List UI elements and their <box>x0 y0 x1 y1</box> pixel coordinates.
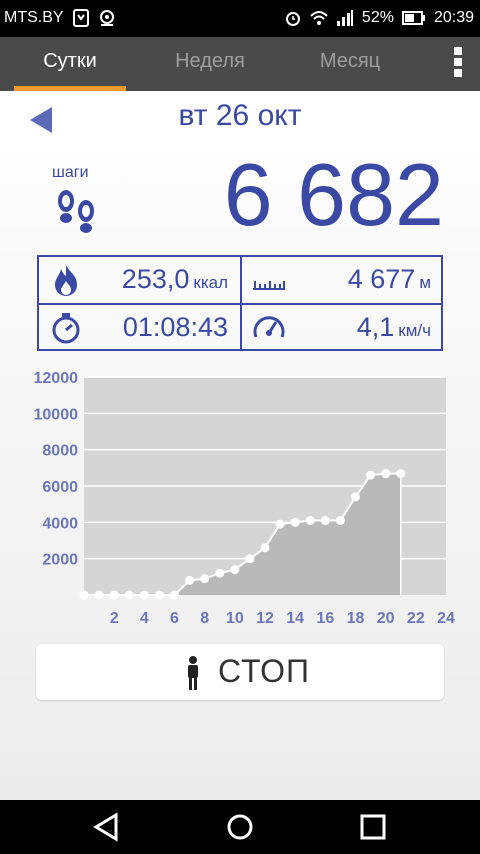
chart-data-point <box>351 492 360 502</box>
chart-data-point <box>94 590 104 600</box>
chart-data-point <box>200 574 210 584</box>
chart-data-point <box>335 516 345 526</box>
distance-cell: 4 677 м <box>242 257 443 303</box>
chart-data-point <box>185 575 195 585</box>
date-title: вт 26 окт <box>178 99 302 132</box>
tab-month[interactable]: Месяц <box>292 37 408 91</box>
chart-data-point <box>245 554 255 564</box>
chart-data-point <box>139 590 149 600</box>
y-tick-label: 4000 <box>42 515 78 532</box>
chart-data-point <box>215 568 225 578</box>
back-nav-icon[interactable] <box>92 812 122 842</box>
tab-day[interactable]: Сутки <box>14 37 126 91</box>
flame-icon <box>55 265 77 296</box>
y-tick-label: 2000 <box>42 552 78 569</box>
battery-percent: 52% <box>361 9 394 26</box>
status-bar: MTS.BY 52% 20:39 <box>0 0 480 37</box>
chart-data-point <box>154 590 164 600</box>
tab-week[interactable]: Неделя <box>150 37 270 91</box>
home-nav-icon[interactable] <box>225 812 255 842</box>
notification-icon <box>72 9 89 27</box>
x-tick-label: 20 <box>377 610 395 627</box>
speed-value: 4,1 <box>356 312 395 342</box>
battery-icon <box>401 11 425 25</box>
chart-data-point <box>170 590 179 600</box>
chart-data-point <box>109 590 119 600</box>
overflow-menu-icon[interactable] <box>450 45 466 79</box>
signal-icon <box>336 10 353 26</box>
calories-value: 253,0 <box>121 264 190 294</box>
chart-data-point <box>79 590 89 600</box>
duration-value: 01:08:43 <box>122 312 228 342</box>
ruler-icon <box>253 281 285 290</box>
stop-label: СТОП <box>218 653 311 689</box>
x-tick-label: 22 <box>407 610 425 627</box>
distance-unit: м <box>419 273 431 292</box>
alarm-icon <box>285 12 300 26</box>
duration-cell: 01:08:43 <box>39 305 240 351</box>
main-content: вт 26 окт шаги 6 682 253,0 ккал 4 677 м 01… <box>0 91 480 800</box>
y-tick-label: 12000 <box>34 370 79 387</box>
steps-count: 6 682 <box>223 145 444 244</box>
x-tick-label: 2 <box>110 610 119 627</box>
wifi-icon <box>310 11 328 25</box>
stats-grid: 253,0 ккал 4 677 м 01:08:43 4,1 км/ч <box>37 255 443 351</box>
y-tick-label: 6000 <box>42 479 78 496</box>
chart-data-point <box>290 517 300 527</box>
speedometer-icon <box>253 316 285 338</box>
chart-data-point <box>305 516 315 526</box>
chart-data-point <box>320 516 330 526</box>
calories-unit: ккал <box>193 273 228 292</box>
x-tick-label: 18 <box>347 610 365 627</box>
y-tick-label: 10000 <box>34 406 79 423</box>
distance-value: 4 677 <box>347 264 416 294</box>
x-tick-label: 10 <box>226 610 244 627</box>
navigation-bar <box>0 800 480 854</box>
x-tick-label: 24 <box>437 610 455 627</box>
location-icon <box>99 10 114 26</box>
stopwatch-icon <box>52 313 80 344</box>
footprints-icon <box>58 190 94 233</box>
carrier-label: MTS.BY <box>4 9 64 26</box>
steps-chart: 200040006000800010000120002 4 6 8 10 12 14 16 18… <box>34 370 456 627</box>
steps-label: шаги <box>52 164 89 181</box>
speed-unit: км/ч <box>398 321 431 340</box>
stop-button[interactable]: СТОП <box>36 644 444 700</box>
x-tick-label: 4 <box>140 610 149 627</box>
x-tick-label: 6 <box>170 610 179 627</box>
chart-data-point <box>275 519 285 529</box>
x-tick-label: 8 <box>200 610 209 627</box>
person-icon <box>188 656 198 690</box>
recents-nav-icon[interactable] <box>358 812 388 842</box>
y-tick-label: 8000 <box>42 443 78 460</box>
speed-cell: 4,1 км/ч <box>242 305 443 351</box>
chart-data-point <box>366 470 376 480</box>
chart-data-point <box>260 543 270 553</box>
chart-data-point <box>381 469 391 479</box>
chart-data-point <box>230 565 240 575</box>
tab-bar: Сутки Неделя Месяц <box>0 37 480 91</box>
x-tick-label: 14 <box>286 610 304 627</box>
chart-data-point <box>396 469 406 479</box>
clock: 20:39 <box>433 9 474 26</box>
calories-cell: 253,0 ккал <box>39 257 240 303</box>
chart-data-point <box>124 590 134 600</box>
x-tick-label: 12 <box>256 610 274 627</box>
x-tick-label: 16 <box>316 610 334 627</box>
